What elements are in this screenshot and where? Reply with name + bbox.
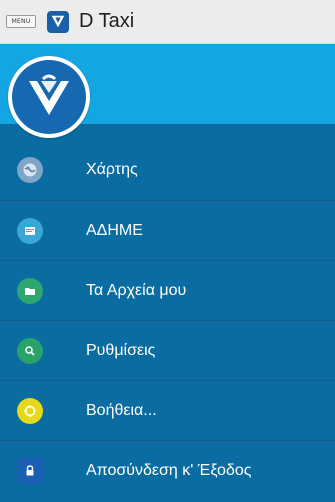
dtaxi-logo-icon [12, 60, 86, 134]
menu-item-help[interactable]: Βοήθεια... [0, 380, 335, 440]
menu-item-label: Τα Αρχεία μου [86, 281, 187, 299]
menu-button[interactable]: MENU [6, 15, 36, 28]
menu-item-label: Ρυθμίσεις [86, 341, 156, 359]
document-icon [17, 217, 43, 244]
navigation-drawer: Χάρτης ΑΔΗΜΕ Τα Αρχεία μου Ρυθμίσεις Βοή… [0, 44, 335, 502]
action-bar: MENU D Taxi [0, 0, 335, 44]
menu-item-map[interactable]: Χάρτης [0, 140, 335, 200]
search-settings-icon [17, 337, 43, 364]
menu-item-my-files[interactable]: Τα Αρχεία μου [0, 260, 335, 320]
drawer-menu: Χάρτης ΑΔΗΜΕ Τα Αρχεία μου Ρυθμίσεις Βοή… [0, 140, 335, 500]
menu-item-logout-exit[interactable]: Αποσύνδεση κ' Έξοδος [0, 440, 335, 500]
menu-item-label: Αποσύνδεση κ' Έξοδος [86, 461, 252, 479]
menu-item-settings[interactable]: Ρυθμίσεις [0, 320, 335, 380]
globe-icon [17, 157, 43, 183]
menu-item-label: Βοήθεια... [86, 401, 157, 419]
dtaxi-logo-icon [47, 10, 69, 33]
menu-item-label: ΑΔΗΜΕ [86, 221, 143, 239]
menu-item-label: Χάρτης [86, 161, 138, 178]
help-icon [17, 397, 43, 424]
folder-icon [17, 277, 43, 304]
app-root: MENU D Taxi Χάρτης ΑΔΗΜΕ Τα Αρχεία μου Ρ… [0, 0, 335, 502]
app-title: D Taxi [79, 10, 135, 32]
avatar [8, 56, 90, 138]
lock-icon [17, 457, 43, 484]
menu-item-adime[interactable]: ΑΔΗΜΕ [0, 200, 335, 260]
